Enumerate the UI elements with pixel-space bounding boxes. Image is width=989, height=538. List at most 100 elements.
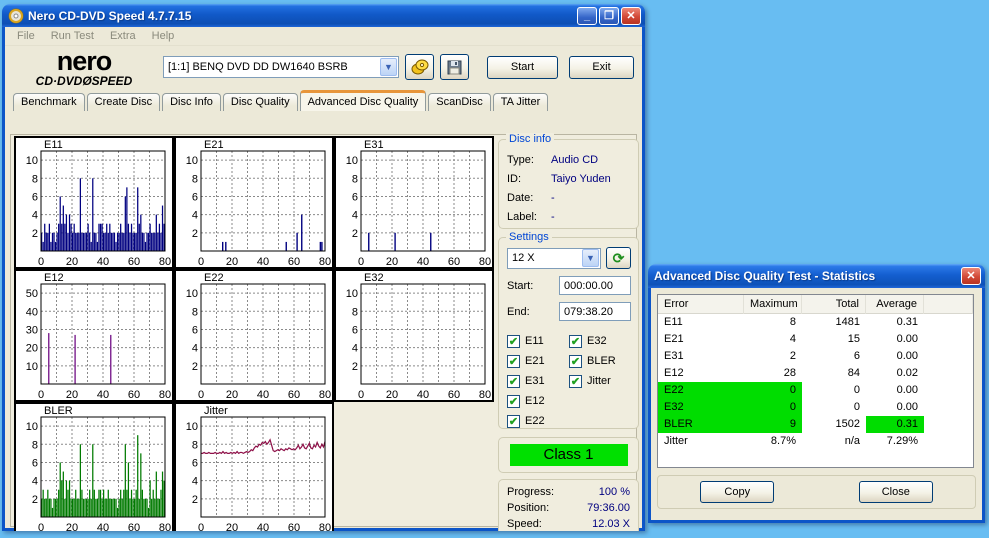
stats-row-e22[interactable]: E22000.00 — [658, 382, 973, 399]
dialog-close-button[interactable]: Close — [859, 481, 933, 503]
svg-text:8: 8 — [32, 439, 38, 451]
svg-text:80: 80 — [319, 522, 331, 531]
checkbox-e22[interactable]: ✔E22 — [507, 411, 569, 431]
chevron-down-icon[interactable]: ▼ — [380, 58, 397, 76]
stats-cell: E32 — [658, 399, 744, 416]
main-window: Nero CD-DVD Speed 4.7.7.15 _ ❐ ✕ FileRun… — [2, 4, 645, 531]
check-icon[interactable]: ✔ — [507, 335, 520, 348]
column-header-error[interactable]: Error — [658, 295, 744, 314]
svg-text:BLER: BLER — [44, 405, 73, 417]
start-button[interactable]: Start — [487, 56, 558, 79]
checkbox-e11[interactable]: ✔E11 — [507, 331, 569, 351]
drive-select[interactable]: [1:1] BENQ DVD DD DW1640 BSRB ▼ — [163, 56, 399, 78]
nero-logo: nero CD·DVDØSPEED — [5, 48, 163, 87]
charts-grid: E11246810020406080E21246810020406080E312… — [15, 137, 495, 531]
check-icon[interactable]: ✔ — [507, 395, 520, 408]
stats-cell: E11 — [658, 314, 744, 331]
tab-scandisc[interactable]: ScanDisc — [428, 93, 490, 111]
svg-text:E12: E12 — [44, 272, 64, 284]
svg-text:60: 60 — [128, 522, 140, 531]
disc-info-value: - — [551, 211, 555, 223]
start-position-input[interactable] — [559, 276, 631, 295]
checkbox-bler[interactable]: ✔BLER — [569, 351, 616, 371]
menu-item-extra[interactable]: Extra — [102, 28, 144, 44]
svg-text:0: 0 — [198, 522, 204, 531]
svg-text:6: 6 — [192, 324, 198, 336]
check-icon[interactable]: ✔ — [569, 375, 582, 388]
options-button[interactable] — [405, 54, 434, 80]
svg-text:10: 10 — [186, 421, 198, 433]
stats-cell: Jitter — [658, 433, 744, 450]
stats-cell: 1481 — [802, 314, 866, 331]
checkbox-jitter[interactable]: ✔Jitter — [569, 371, 616, 391]
checkbox-e31[interactable]: ✔E31 — [507, 371, 569, 391]
end-position-input[interactable] — [559, 302, 631, 321]
svg-text:10: 10 — [26, 421, 38, 433]
menu-item-file[interactable]: File — [9, 28, 43, 44]
minimize-button[interactable]: _ — [577, 7, 597, 25]
refresh-button[interactable]: ⟳ — [606, 247, 631, 269]
column-header-maximum[interactable]: Maximum — [744, 295, 802, 314]
stats-row-e11[interactable]: E11814810.31 — [658, 314, 973, 331]
copy-button[interactable]: Copy — [700, 481, 774, 503]
chevron-down-icon[interactable]: ▼ — [582, 249, 599, 267]
menu-bar: FileRun TestExtraHelp — [5, 27, 642, 46]
svg-text:40: 40 — [257, 522, 269, 531]
stats-row-e21[interactable]: E214150.00 — [658, 331, 973, 348]
check-icon[interactable]: ✔ — [507, 375, 520, 388]
checkbox-e32[interactable]: ✔E32 — [569, 331, 616, 351]
main-titlebar[interactable]: Nero CD-DVD Speed 4.7.7.15 _ ❐ ✕ — [2, 4, 645, 27]
checkbox-e21[interactable]: ✔E21 — [507, 351, 569, 371]
tab-advanced-disc-quality[interactable]: Advanced Disc Quality — [300, 90, 427, 111]
chart-e12: E121020304050020406080 — [14, 269, 174, 402]
disc-info-groupbox: Disc info Type:Audio CDID:Taiyo YudenDat… — [498, 139, 639, 229]
svg-text:10: 10 — [186, 288, 198, 300]
stats-row-jitter[interactable]: Jitter8.7%n/a7.29% — [658, 433, 973, 450]
column-header-total[interactable]: Total — [802, 295, 866, 314]
statistics-titlebar[interactable]: Advanced Disc Quality Test - Statistics … — [648, 264, 985, 288]
tab-benchmark[interactable]: Benchmark — [13, 93, 85, 111]
progress-value: 79:36.00 — [587, 502, 630, 518]
svg-text:2: 2 — [352, 228, 358, 240]
checkbox-e12[interactable]: ✔E12 — [507, 391, 569, 411]
chart-e11-svg: E11246810020406080 — [16, 138, 172, 267]
progress-label: Progress: — [507, 486, 554, 502]
disc-info-value: - — [551, 192, 555, 204]
stats-cell: 84 — [802, 365, 866, 382]
tab-create-disc[interactable]: Create Disc — [87, 93, 160, 111]
svg-text:60: 60 — [448, 389, 460, 400]
stats-cell — [924, 416, 973, 433]
check-icon[interactable]: ✔ — [507, 355, 520, 368]
svg-text:2: 2 — [352, 361, 358, 373]
speed-select[interactable]: 12 X ▼ — [507, 248, 601, 269]
maximize-button[interactable]: ❐ — [599, 7, 619, 25]
disc-info-row: ID:Taiyo Yuden — [507, 169, 632, 188]
stats-cell: 28 — [744, 365, 802, 382]
check-icon[interactable]: ✔ — [569, 335, 582, 348]
check-icon[interactable]: ✔ — [507, 415, 520, 428]
disc-info-row: Date:- — [507, 188, 632, 207]
exit-button[interactable]: Exit — [569, 56, 634, 79]
svg-text:40: 40 — [97, 256, 109, 267]
menu-item-run-test[interactable]: Run Test — [43, 28, 102, 44]
stats-cell: E21 — [658, 331, 744, 348]
stats-row-e12[interactable]: E1228840.02 — [658, 365, 973, 382]
svg-text:E22: E22 — [204, 272, 224, 284]
close-button[interactable]: ✕ — [621, 7, 641, 25]
disc-info-row: Label:- — [507, 207, 632, 226]
stats-row-e31[interactable]: E31260.00 — [658, 348, 973, 365]
chart-e22-svg: E22246810020406080 — [176, 271, 332, 400]
tab-ta-jitter[interactable]: TA Jitter — [493, 93, 549, 111]
svg-text:20: 20 — [226, 389, 238, 400]
tab-disc-info[interactable]: Disc Info — [162, 93, 221, 111]
menu-item-help[interactable]: Help — [144, 28, 183, 44]
tab-disc-quality[interactable]: Disc Quality — [223, 93, 298, 111]
svg-text:8: 8 — [192, 306, 198, 318]
svg-text:20: 20 — [66, 389, 78, 400]
column-header-average[interactable]: Average — [866, 295, 924, 314]
save-button[interactable] — [440, 54, 469, 80]
stats-row-e32[interactable]: E32000.00 — [658, 399, 973, 416]
statistics-close-button[interactable]: ✕ — [961, 267, 981, 285]
check-icon[interactable]: ✔ — [569, 355, 582, 368]
stats-row-bler[interactable]: BLER915020.31 — [658, 416, 973, 433]
